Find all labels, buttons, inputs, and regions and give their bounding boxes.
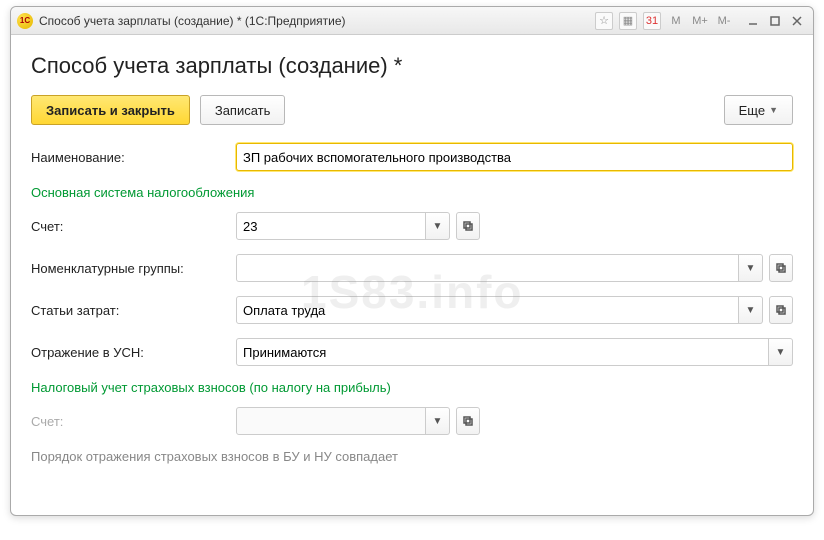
maximize-icon [770,16,780,26]
account-dropdown-button[interactable]: ▼ [426,212,450,240]
open-icon [776,263,786,273]
toolbar: Записать и закрыть Записать Еще ▼ [31,95,793,125]
row-tax-account: Счет: ▼ [31,407,793,435]
nomgroup-dropdown-button[interactable]: ▼ [739,254,763,282]
usn-dropdown-button[interactable]: ▼ [769,338,793,366]
minimize-button[interactable] [743,12,763,30]
more-label: Еще [739,103,765,118]
cost-label: Статьи затрат: [31,303,236,318]
cost-dropdown-button[interactable]: ▼ [739,296,763,324]
row-account: Счет: ▼ [31,212,793,240]
memory-mplus-icon[interactable]: M+ [691,12,709,30]
save-and-close-button[interactable]: Записать и закрыть [31,95,190,125]
memory-m-icon[interactable]: M [667,12,685,30]
row-name: Наименование: [31,143,793,171]
name-input[interactable] [236,143,793,171]
save-label: Записать [215,103,271,118]
app-window: 1C Способ учета зарплаты (создание) * (1… [10,6,814,516]
page-title: Способ учета зарплаты (создание) * [31,53,793,79]
save-button[interactable]: Записать [200,95,286,125]
titlebar: 1C Способ учета зарплаты (создание) * (1… [11,7,813,35]
row-usn: Отражение в УСН: ▼ [31,338,793,366]
usn-label: Отражение в УСН: [31,345,236,360]
open-icon [776,305,786,315]
tax-account-open-button [456,407,480,435]
more-button[interactable]: Еще ▼ [724,95,793,125]
account-open-button[interactable] [456,212,480,240]
nomgroup-input[interactable] [236,254,739,282]
account-input[interactable] [236,212,426,240]
close-button[interactable] [787,12,807,30]
row-cost: Статьи затрат: ▼ [31,296,793,324]
save-close-label: Записать и закрыть [46,103,175,118]
cost-input[interactable] [236,296,739,324]
insurance-note: Порядок отражения страховых взносов в БУ… [31,449,793,464]
window-title: Способ учета зарплаты (создание) * (1С:П… [39,14,346,28]
usn-input[interactable] [236,338,769,366]
section-main-tax: Основная система налогообложения [31,185,793,200]
row-nomgroup: Номенклатурные группы: ▼ [31,254,793,282]
content-area: 1S83.info Способ учета зарплаты (создани… [11,35,813,515]
tax-account-label: Счет: [31,414,236,429]
memory-mminus-icon[interactable]: M- [715,12,733,30]
favorite-icon[interactable]: ☆ [595,12,613,30]
tax-account-dropdown-button: ▼ [426,407,450,435]
open-icon [463,221,473,231]
chevron-down-icon: ▼ [769,105,778,115]
close-icon [792,16,802,26]
name-label: Наименование: [31,150,236,165]
cost-open-button[interactable] [769,296,793,324]
nomgroup-open-button[interactable] [769,254,793,282]
tax-account-input [236,407,426,435]
minimize-icon [748,16,758,26]
section-tax-insurance: Налоговый учет страховых взносов (по нал… [31,380,793,395]
maximize-button[interactable] [765,12,785,30]
open-icon [463,416,473,426]
calculator-icon[interactable]: ▦ [619,12,637,30]
nomgroup-label: Номенклатурные группы: [31,261,236,276]
titlebar-tool-icons: ☆ ▦ 31 M M+ M- [595,12,733,30]
calendar-icon[interactable]: 31 [643,12,661,30]
account-label: Счет: [31,219,236,234]
app-logo-icon: 1C [17,13,33,29]
